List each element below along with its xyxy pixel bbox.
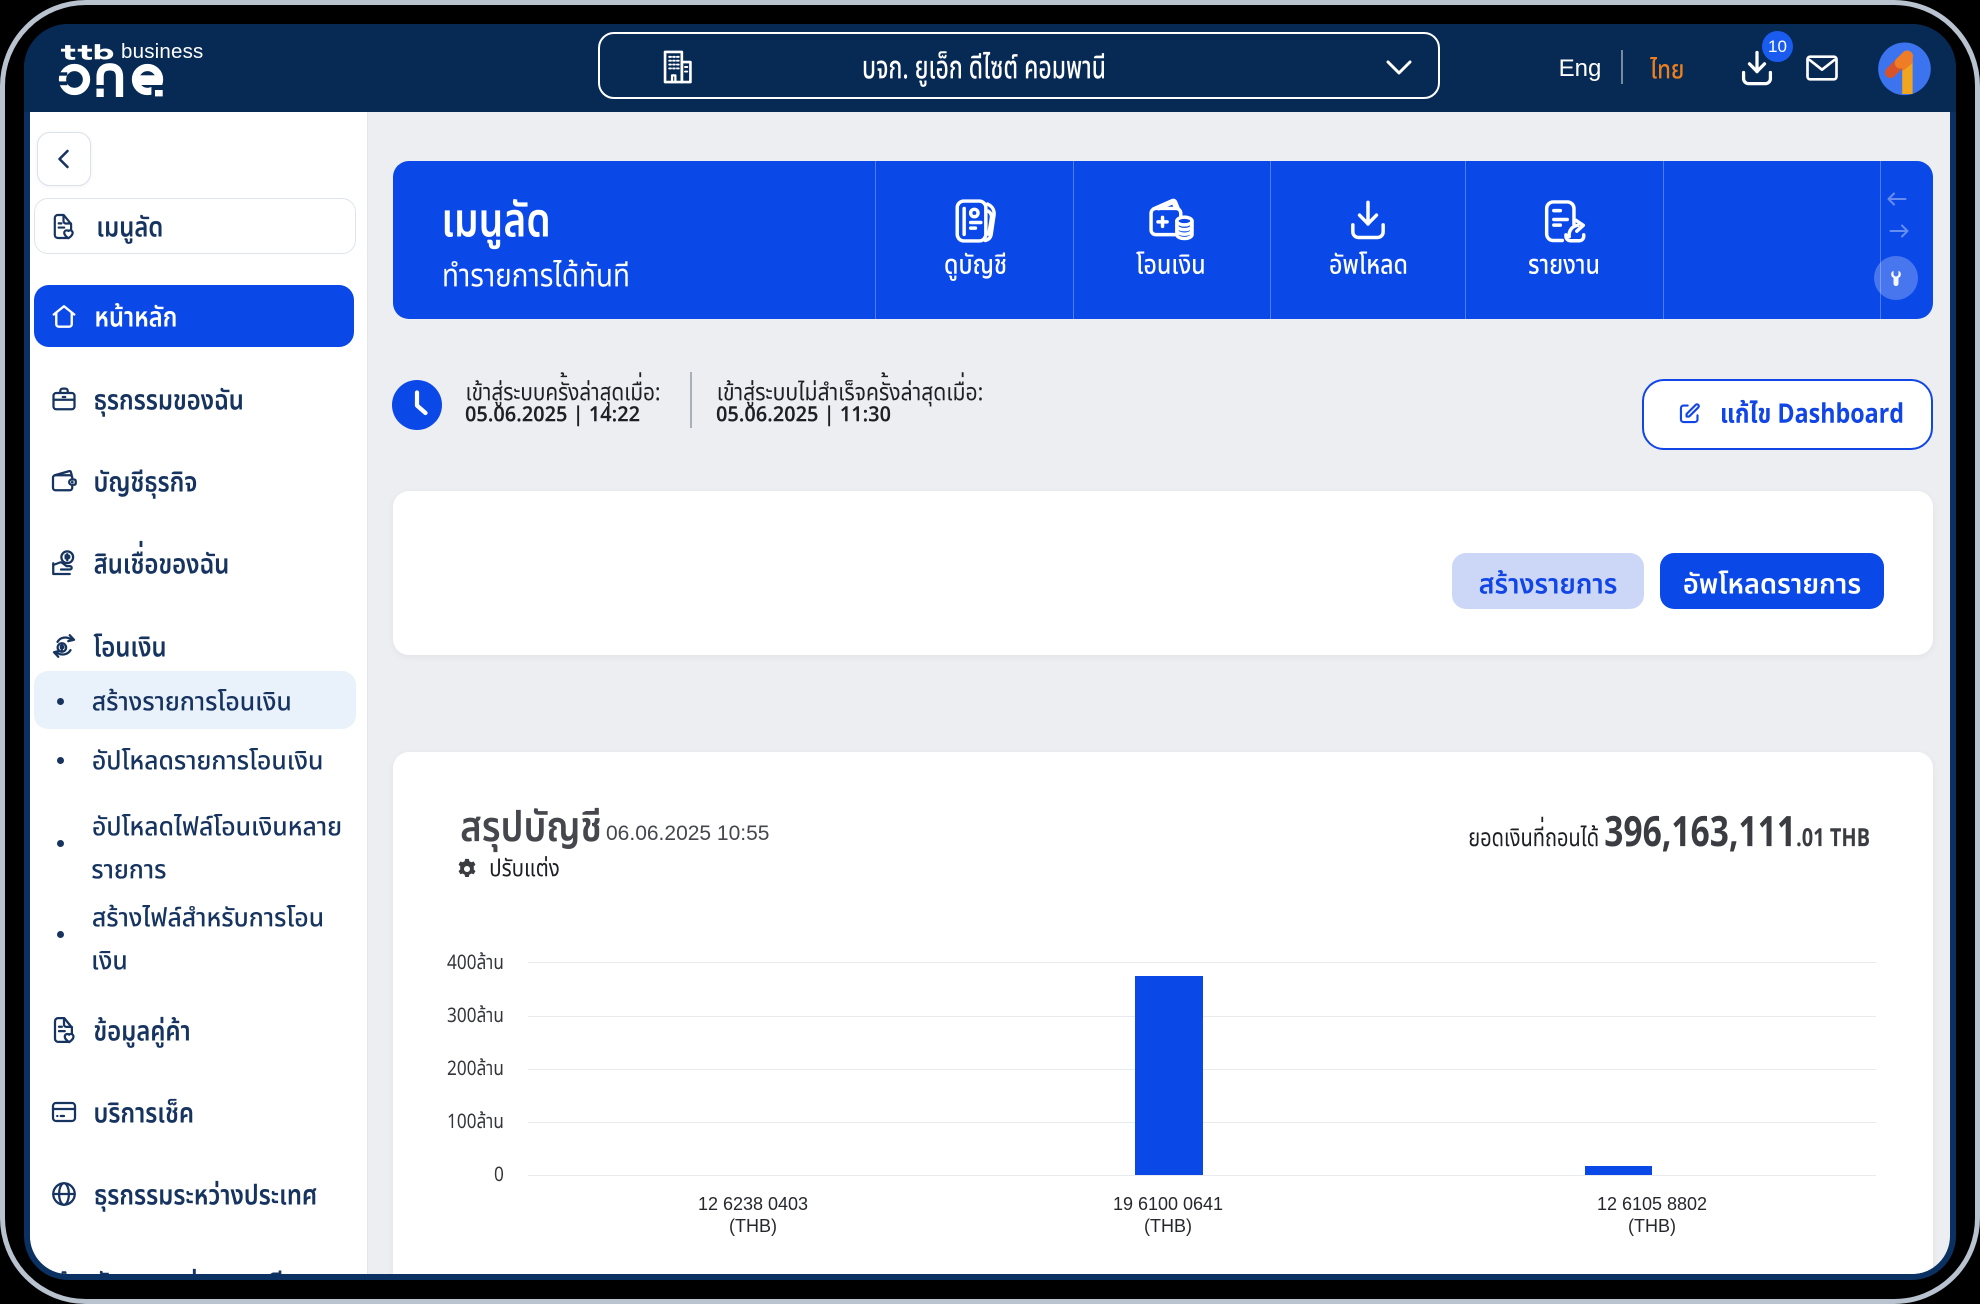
svg-text:business: business [121,40,204,63]
